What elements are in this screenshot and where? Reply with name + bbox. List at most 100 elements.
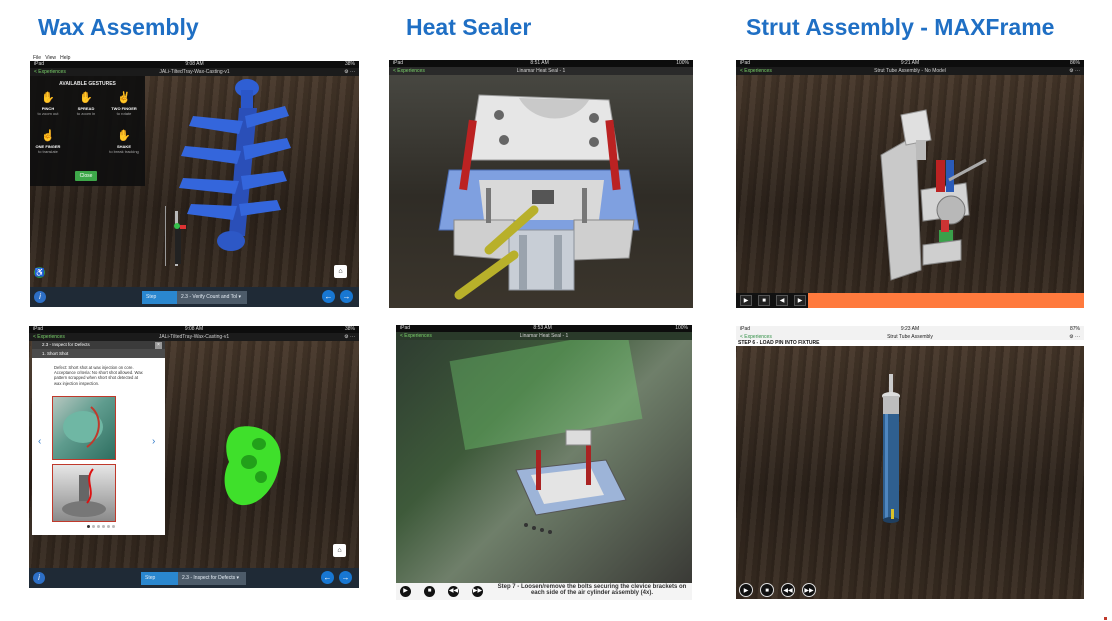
fast-forward-icon[interactable]: ▶▶ [802, 583, 816, 597]
play-icon[interactable]: ▶ [400, 586, 411, 597]
chevron-right-icon[interactable]: › [152, 436, 155, 447]
close-button[interactable]: Close [75, 171, 97, 181]
screenshot-heat-sealer-step: iPad 8:53 AM 100% < Experiences Linamar … [396, 325, 692, 600]
status-bar: iPad 9:08 AM 38% [30, 61, 359, 68]
heat-sealer-exploded-model [515, 429, 627, 534]
device-label: iPad [740, 326, 751, 332]
close-icon[interactable]: × [155, 342, 162, 349]
shake-gesture-icon: ✋ [117, 130, 131, 142]
nav-title: Linamar Heat Seal - 1 [516, 68, 566, 74]
step-selector[interactable]: 2.3 - Inspect for Defects ▾ [178, 572, 246, 585]
next-step-icon[interactable]: → [339, 571, 352, 584]
gesture-desc: to translate [38, 149, 58, 154]
home-icon[interactable]: ⌂ [333, 544, 346, 557]
step-selector[interactable]: 2.3 - Verify Count and Tol ▾ [177, 291, 247, 304]
nav-bar: < Experiences JALi-TiltedTray-Wax-Castin… [29, 333, 359, 341]
progress-bar [808, 293, 1084, 308]
step-bar: i Step 2.3 - Verify Count and Tol ▾ ← → [30, 287, 359, 307]
fast-forward-icon[interactable]: ▶ [794, 295, 806, 306]
battery-level: 87% [1069, 326, 1080, 332]
nav-bar: < Experiences JALi-TiltedTray-Wax-Castin… [30, 68, 359, 76]
strut-pin-model [882, 374, 900, 523]
rewind-icon[interactable]: ◀ [776, 295, 788, 306]
nav-title: JALi-TiltedTray-Wax-Casting-v1 [158, 334, 230, 340]
prev-step-icon[interactable]: ← [321, 571, 334, 584]
battery-level: 86% [1069, 60, 1080, 66]
status-bar: iPad 9:08 AM 38% [29, 326, 359, 333]
accessibility-icon[interactable]: ♿ [34, 267, 45, 278]
next-step-icon[interactable]: → [340, 290, 353, 303]
title-strut-assembly: Strut Assembly - MAXFrame [746, 14, 1055, 40]
screenshot-heat-sealer-top: iPad 8:51 AM 100% < Experiences Linamar … [389, 60, 693, 308]
fast-forward-icon[interactable]: ▶▶ [472, 586, 483, 597]
battery-level: 38% [344, 326, 355, 332]
status-bar: iPad 9:21 AM 86% [736, 60, 1084, 67]
back-experiences-button[interactable]: < Experiences [33, 333, 65, 341]
nav-title: Linamar Heat Seal - 1 [519, 333, 569, 339]
pinch-gesture-icon: ✋ [41, 92, 55, 104]
screenshot-strut-step: iPad 9:23 AM 87% < Experiences Strut Tub… [736, 326, 1084, 599]
play-icon[interactable]: ▶ [739, 583, 753, 597]
more-menu-icon[interactable]: ⚙ ··· [344, 68, 355, 76]
stop-icon[interactable]: ■ [424, 586, 435, 597]
more-menu-icon[interactable]: ⚙ ··· [1069, 67, 1080, 75]
page-indicator [87, 525, 115, 528]
playback-bar: ▶ ■ ◀◀ ▶▶ [736, 579, 1084, 599]
panel-header: 2.3 - Inspect for Defects [32, 341, 165, 349]
step-selector-text: 2.3 - Inspect for Defects [182, 575, 236, 581]
device-label: iPad [393, 60, 404, 66]
chevron-down-icon: ▾ [236, 575, 239, 581]
status-time: 9:08 AM [184, 326, 204, 332]
gestures-title: AVAILABLE GESTURES [59, 81, 116, 87]
home-icon[interactable]: ⌂ [334, 265, 347, 278]
info-icon[interactable]: i [33, 572, 45, 584]
rewind-icon[interactable]: ◀◀ [448, 586, 459, 597]
status-time: 8:51 AM [530, 60, 549, 66]
play-icon[interactable]: ▶ [740, 295, 752, 306]
two-finger-gesture-icon: ✌ [117, 92, 131, 104]
strut-fixture-model [880, 109, 987, 281]
rewind-icon[interactable]: ◀◀ [781, 583, 795, 597]
stop-icon[interactable]: ■ [758, 295, 770, 306]
defect-panel: 2.3 - Inspect for Defects 1. Short Shot … [32, 341, 165, 535]
nav-bar: < Experiences Linamar Heat Seal - 1 [396, 332, 692, 340]
stop-icon[interactable]: ■ [760, 583, 774, 597]
panel-subheader: 1. Short Shot [32, 349, 165, 358]
nav-title: JALi-TiltedTray-Wax-Casting-v1 [159, 69, 230, 75]
gesture-spread: ✋ SPREAD to zoom in [68, 92, 104, 116]
gestures-overlay: AVAILABLE GESTURES ✋ PINCH to zoom out ✋… [30, 76, 145, 186]
wax-tree-model [165, 79, 291, 266]
wax-pattern-model [224, 426, 281, 506]
nav-bar: < Experiences Linamar Heat Seal - 1 [389, 67, 693, 75]
step-label[interactable]: Step [142, 291, 177, 304]
info-icon[interactable]: i [34, 291, 46, 303]
back-experiences-button[interactable]: < Experiences [740, 67, 772, 75]
nav-bar: < Experiences Strut Tube Assembly - No M… [736, 67, 1084, 75]
step-label[interactable]: Step [141, 572, 178, 585]
status-time: 9:08 AM [185, 61, 204, 67]
device-label: iPad [34, 61, 45, 67]
gesture-desc: to rotate [116, 111, 132, 116]
back-experiences-button[interactable]: < Experiences [393, 67, 425, 75]
gesture-one-finger: ☝ ONE FINGER to translate [30, 130, 66, 154]
more-menu-icon[interactable]: ⚙ ··· [344, 333, 355, 341]
back-experiences-button[interactable]: < Experiences [34, 68, 66, 76]
gesture-desc: to zoom in [76, 111, 96, 116]
nav-title: Strut Tube Assembly - No Model [874, 68, 946, 74]
status-bar: iPad 8:51 AM 100% [389, 60, 693, 67]
prev-step-icon[interactable]: ← [322, 290, 335, 303]
screenshot-wax-gestures: File View Help iPad 9:08 AM 38% < Experi… [30, 55, 359, 307]
status-time: 9:23 AM [900, 326, 920, 332]
chevron-down-icon: ▾ [238, 294, 241, 300]
device-label: iPad [400, 325, 411, 331]
defect-photo-2 [52, 464, 116, 522]
battery-level: 100% [675, 325, 688, 331]
back-experiences-button[interactable]: < Experiences [400, 332, 432, 340]
chevron-left-icon[interactable]: ‹ [38, 436, 41, 447]
gesture-desc: to break tracking [109, 149, 139, 154]
page-marker [1104, 617, 1107, 620]
status-bar: iPad 8:53 AM 100% [396, 325, 692, 332]
step-title: STEP 6 - LOAD PIN INTO FIXTURE [736, 340, 1084, 346]
heat-sealer-model [438, 94, 640, 300]
status-time: 8:53 AM [533, 325, 552, 331]
